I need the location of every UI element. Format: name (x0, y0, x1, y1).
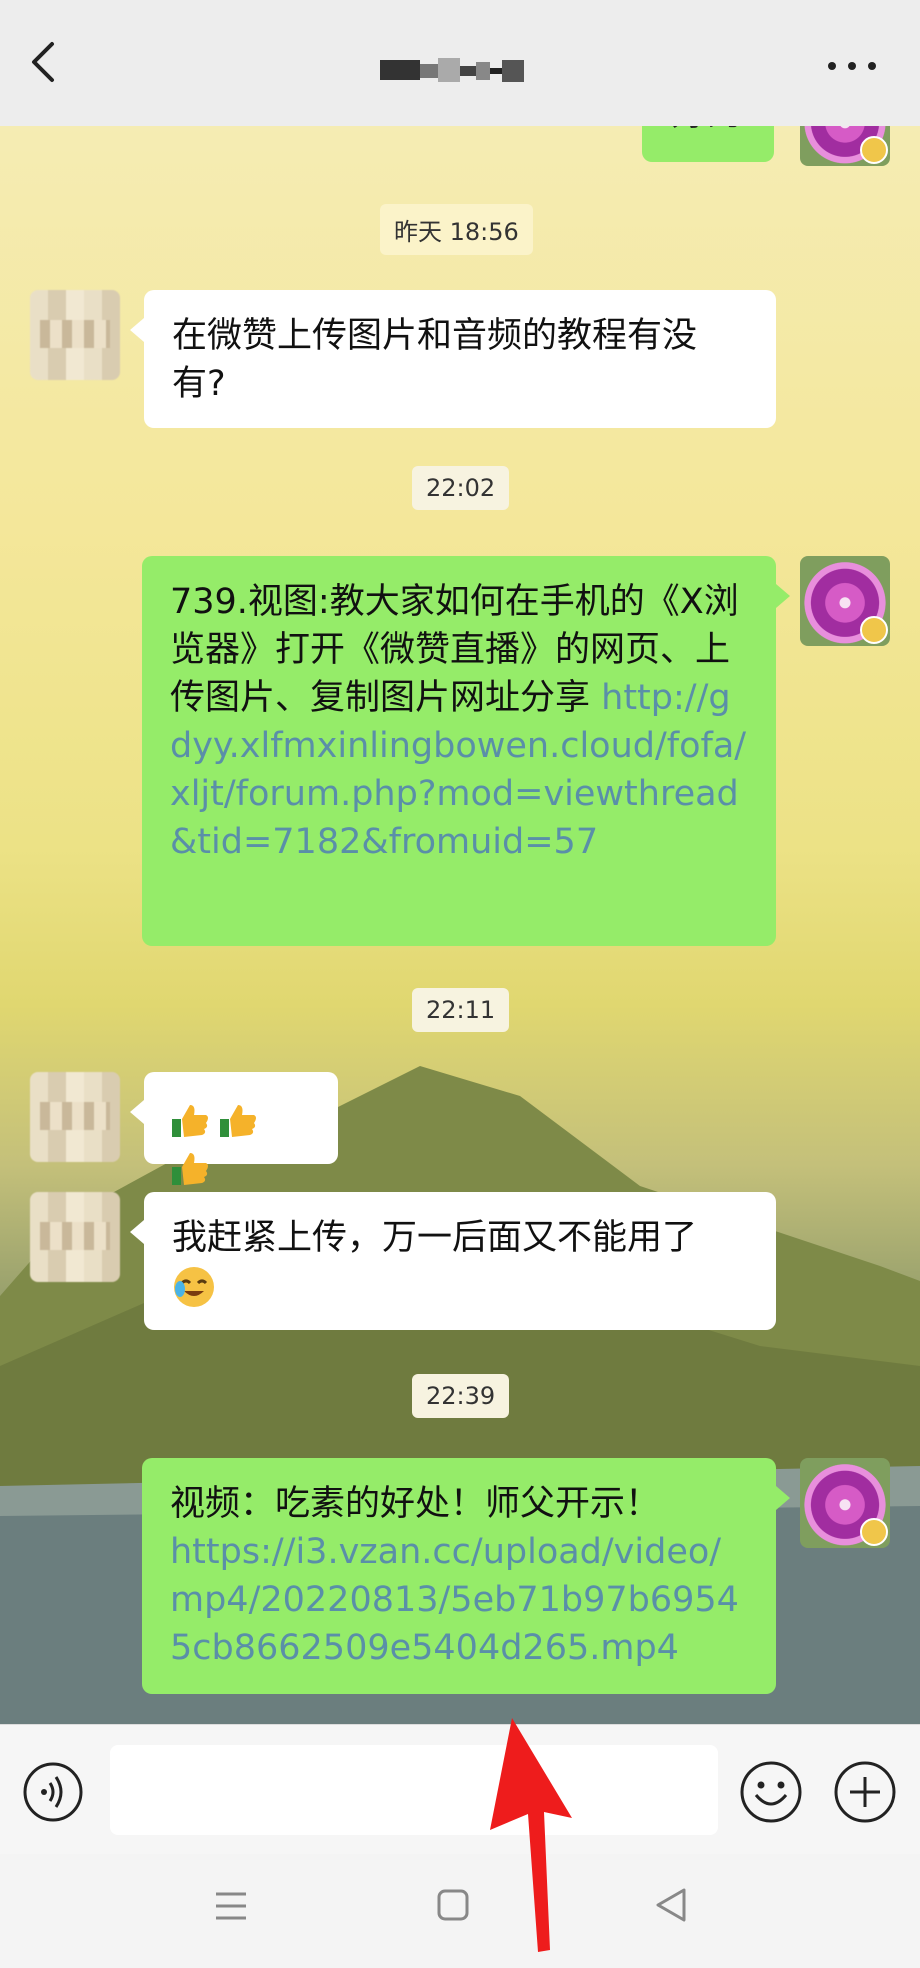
square-home-icon[interactable] (436, 1888, 470, 1922)
thumbs-up-emoji-icon (172, 1105, 208, 1137)
message-link[interactable]: https://i3.vzan.cc/upload/video/mp4/2022… (170, 1532, 739, 1668)
message-bubble-in[interactable]: 在微赞上传图片和音频的教程有没有? (130, 290, 776, 428)
crying-laughing-emoji-icon (174, 1267, 214, 1307)
message-bubble-out[interactable]: 好的 (642, 126, 774, 162)
message-bubble-out[interactable]: 739.视图:教大家如何在手机的《X浏览器》打开《微赞直播》的网页、上传图片、复… (142, 556, 790, 946)
message-text: 视频：吃素的好处！师父开示！ (170, 1484, 661, 1524)
message-bubble-in[interactable]: 我赶紧上传，万一后面又不能用了 (130, 1192, 776, 1330)
triangle-back-icon[interactable] (654, 1886, 688, 1924)
thumbs-up-emoji-icon (172, 1153, 208, 1185)
menu-icon[interactable] (214, 1888, 248, 1924)
my-avatar[interactable] (800, 556, 890, 646)
timestamp: 22:39 (412, 1374, 510, 1418)
plus-circle-icon[interactable] (832, 1759, 898, 1825)
timestamp: 22:11 (412, 988, 510, 1032)
annotation-arrow (490, 1718, 572, 1952)
system-navigation-bar (0, 1854, 920, 1968)
back-chevron-icon[interactable] (26, 40, 66, 84)
timestamp: 昨天 18:56 (380, 204, 533, 255)
more-options-button[interactable] (828, 62, 876, 74)
voice-icon[interactable] (22, 1761, 84, 1823)
chat-message-list[interactable]: 好的 昨天 18:56 在微赞上传图片和音频的教程有没有? 22:02 739.… (0, 126, 920, 1724)
message-input-bar (0, 1724, 920, 1854)
my-avatar[interactable] (800, 126, 890, 166)
message-text-input[interactable] (110, 1745, 718, 1835)
chat-header (0, 0, 920, 126)
timestamp: 22:02 (412, 466, 510, 510)
message-text: 好的 (672, 126, 742, 134)
my-avatar[interactable] (800, 1458, 890, 1548)
message-text: 在微赞上传图片和音频的教程有没有? (172, 316, 698, 404)
contact-avatar[interactable] (30, 1192, 120, 1282)
message-bubble-out[interactable]: 视频：吃素的好处！师父开示！ https://i3.vzan.cc/upload… (142, 1458, 790, 1694)
message-text: 我赶紧上传，万一后面又不能用了 (172, 1218, 698, 1258)
chat-title-redacted (380, 58, 524, 82)
contact-avatar[interactable] (30, 1072, 120, 1162)
smiley-icon[interactable] (738, 1759, 804, 1825)
message-bubble-in[interactable] (130, 1072, 338, 1185)
contact-avatar[interactable] (30, 290, 120, 380)
thumbs-up-emoji-icon (220, 1105, 256, 1137)
